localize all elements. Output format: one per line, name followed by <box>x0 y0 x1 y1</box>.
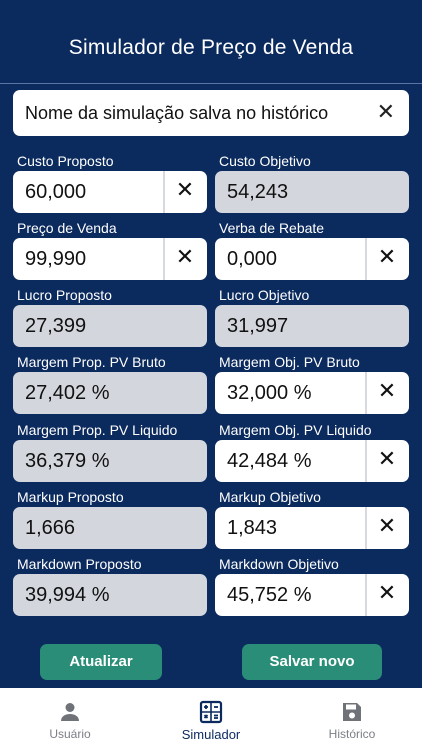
markdown-objetivo-value: 45,752 % <box>227 584 312 606</box>
person-icon <box>61 703 79 721</box>
margem-obj-liquido-field[interactable]: 42,484 % ✕ <box>215 440 409 482</box>
clear-markup-objetivo-icon[interactable]: ✕ <box>373 513 401 539</box>
verba-rebate-value: 0,000 <box>227 248 278 270</box>
app-header: Simulador de Preço de Venda <box>0 0 422 84</box>
tab-usuario[interactable]: Usuário <box>0 688 140 750</box>
margem-prop-bruto-value: 27,402 % <box>25 382 110 404</box>
markup-objetivo-label: Markup Objetivo <box>219 489 321 505</box>
verba-rebate-label: Verba de Rebate <box>219 220 325 236</box>
markup-proposto-value: 1,666 <box>25 517 76 539</box>
markup-objetivo-value: 1,843 <box>227 517 278 539</box>
margem-prop-bruto-field: 27,402 % <box>13 372 207 414</box>
margem-obj-bruto-field[interactable]: 32,000 % ✕ <box>215 372 409 414</box>
preco-venda-value: 99,990 <box>25 248 87 270</box>
tab-historico[interactable]: Histórico <box>282 688 422 750</box>
markdown-proposto-value: 39,994 % <box>25 584 110 606</box>
lucro-proposto-value: 27,399 <box>25 315 87 337</box>
calculator-icon <box>199 700 223 724</box>
margem-prop-bruto-label: Margem Prop. PV Bruto <box>17 354 166 370</box>
margem-obj-bruto-value: 32,000 % <box>227 382 312 404</box>
save-icon <box>343 703 361 721</box>
clear-preco-venda-icon[interactable]: ✕ <box>171 244 199 270</box>
lucro-proposto-label: Lucro Proposto <box>17 287 112 303</box>
margem-prop-liquido-label: Margem Prop. PV Liquido <box>17 422 178 438</box>
bottom-tab-bar: Usuário Simulador Histórico <box>0 688 422 750</box>
lucro-proposto-field: 27,399 <box>13 305 207 347</box>
margem-prop-liquido-value: 36,379 % <box>25 450 110 472</box>
custo-objetivo-field: 54,243 <box>215 171 409 213</box>
clear-custo-proposto-icon[interactable]: ✕ <box>171 177 199 203</box>
clear-margem-obj-liquido-icon[interactable]: ✕ <box>373 446 401 472</box>
save-new-button[interactable]: Salvar novo <box>242 644 382 680</box>
verba-rebate-field[interactable]: 0,000 ✕ <box>215 238 409 280</box>
lucro-objetivo-label: Lucro Objetivo <box>219 287 310 303</box>
simulation-name-input[interactable]: Nome da simulação salva no histórico <box>25 103 328 124</box>
custo-proposto-label: Custo Proposto <box>17 153 114 169</box>
tab-simulador[interactable]: Simulador <box>141 688 281 750</box>
custo-objetivo-value: 54,243 <box>227 181 289 203</box>
margem-obj-liquido-value: 42,484 % <box>227 450 312 472</box>
margem-prop-liquido-field: 36,379 % <box>13 440 207 482</box>
markdown-proposto-label: Markdown Proposto <box>17 556 142 572</box>
markdown-proposto-field: 39,994 % <box>13 574 207 616</box>
markdown-objetivo-label: Markdown Objetivo <box>219 556 339 572</box>
markup-proposto-label: Markup Proposto <box>17 489 124 505</box>
scroll-edge <box>0 624 422 638</box>
preco-venda-label: Preço de Venda <box>17 220 117 236</box>
custo-proposto-field[interactable]: 60,000 ✕ <box>13 171 207 213</box>
margem-obj-liquido-label: Margem Obj. PV Liquido <box>219 422 372 438</box>
tab-historico-label: Histórico <box>328 727 376 741</box>
clear-markdown-objetivo-icon[interactable]: ✕ <box>373 580 401 606</box>
markup-objetivo-field[interactable]: 1,843 ✕ <box>215 507 409 549</box>
custo-objetivo-label: Custo Objetivo <box>219 153 311 169</box>
simulation-name-field[interactable]: Nome da simulação salva no histórico ✕ <box>13 90 409 136</box>
tab-simulador-label: Simulador <box>181 727 241 742</box>
update-button[interactable]: Atualizar <box>40 644 162 680</box>
margem-obj-bruto-label: Margem Obj. PV Bruto <box>219 354 360 370</box>
tab-usuario-label: Usuário <box>49 727 91 741</box>
clear-margem-obj-bruto-icon[interactable]: ✕ <box>373 378 401 404</box>
clear-simulation-name-icon[interactable]: ✕ <box>377 99 395 125</box>
lucro-objetivo-field: 31,997 <box>215 305 409 347</box>
custo-proposto-value: 60,000 <box>25 181 87 203</box>
markup-proposto-field: 1,666 <box>13 507 207 549</box>
preco-venda-field[interactable]: 99,990 ✕ <box>13 238 207 280</box>
lucro-objetivo-value: 31,997 <box>227 315 289 337</box>
clear-verba-rebate-icon[interactable]: ✕ <box>373 244 401 270</box>
page-title: Simulador de Preço de Venda <box>68 36 354 59</box>
markdown-objetivo-field[interactable]: 45,752 % ✕ <box>215 574 409 616</box>
